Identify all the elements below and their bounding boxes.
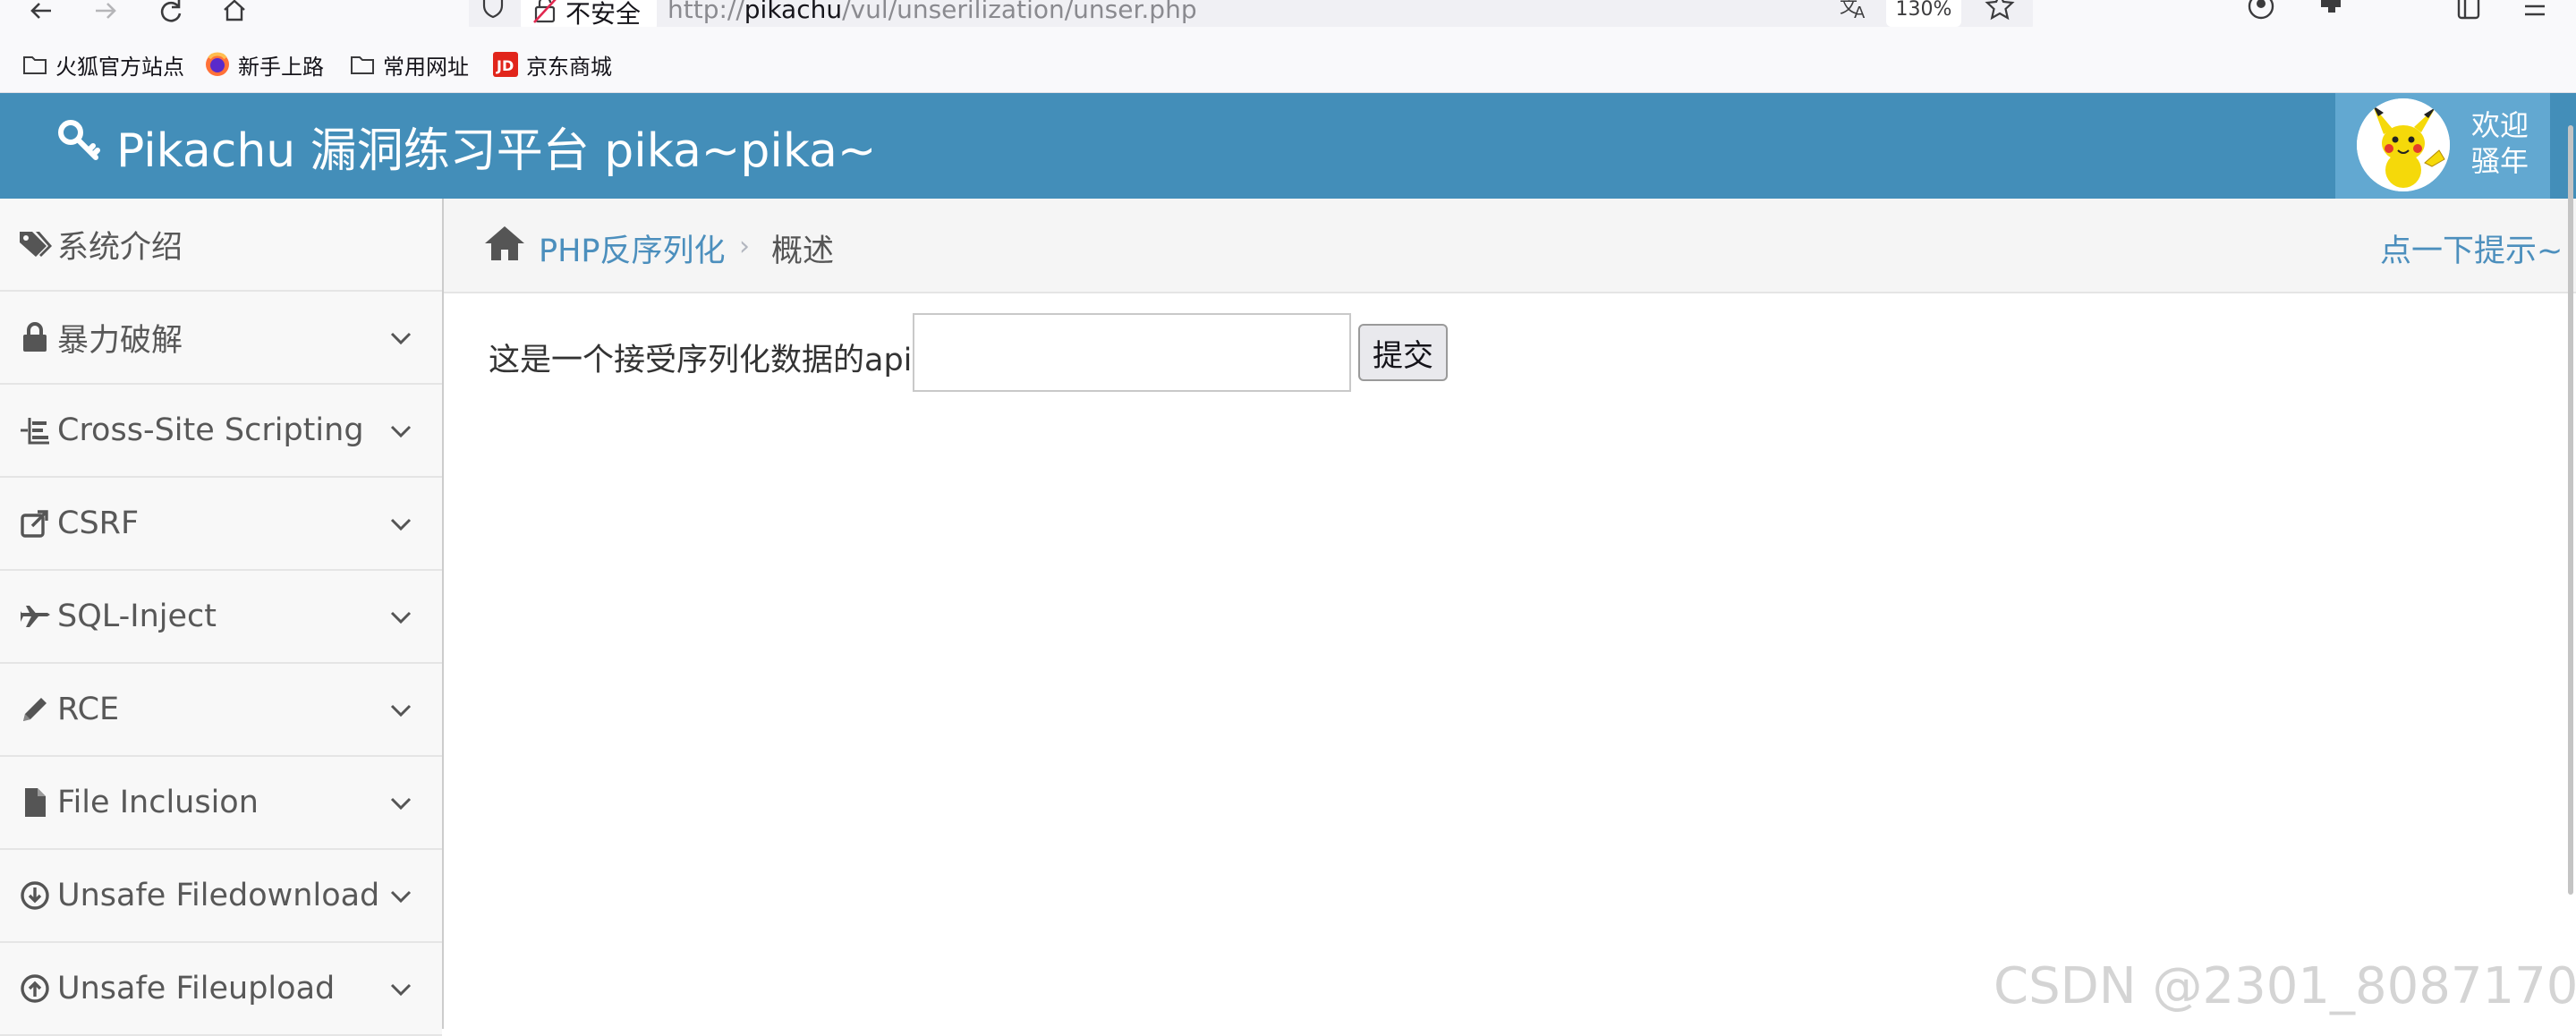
page-scrollbar[interactable] bbox=[2568, 125, 2573, 895]
sidebar-item-label: File Inclusion bbox=[57, 785, 259, 820]
chevron-down-icon bbox=[390, 797, 412, 811]
welcome-line-2: 骚年 bbox=[2471, 144, 2529, 178]
upload-circle-icon bbox=[16, 970, 54, 1007]
welcome-text[interactable]: 欢迎 骚年 bbox=[2471, 107, 2543, 179]
url-text[interactable]: http://pikachu/vul/unserilization/unser.… bbox=[667, 0, 1197, 24]
sidebar-item-label: 暴力破解 bbox=[57, 322, 183, 359]
sidebar-item-unsafe-filedownload[interactable]: Unsafe Filedownload bbox=[0, 850, 442, 943]
home-button[interactable] bbox=[218, 0, 251, 27]
submit-button[interactable]: 提交 bbox=[1358, 324, 1448, 381]
chevron-down-icon bbox=[390, 611, 412, 624]
forward-button[interactable] bbox=[89, 0, 122, 27]
file-icon bbox=[16, 784, 54, 821]
url-path: /vul/unserilization/unser.php bbox=[842, 0, 1197, 24]
arrow-left-icon bbox=[30, 3, 51, 19]
menu-icon[interactable] bbox=[2520, 0, 2550, 25]
account-icon[interactable] bbox=[2246, 0, 2276, 25]
url-host: pikachu bbox=[744, 0, 843, 24]
pencil-icon bbox=[16, 691, 54, 728]
sidebar-item-file-inclusion[interactable]: File Inclusion bbox=[0, 757, 442, 850]
sidebar-item-brute-force[interactable]: 暴力破解 bbox=[0, 292, 442, 385]
download-circle-icon bbox=[16, 877, 54, 914]
security-label: 不安全 bbox=[565, 0, 642, 29]
insecure-lock-icon bbox=[531, 0, 558, 29]
zoom-level[interactable]: 130% bbox=[1886, 0, 1961, 27]
bookmark-label: 京东商城 bbox=[526, 54, 612, 80]
sidebar-item-unsafe-fileupload[interactable]: Unsafe Fileupload bbox=[0, 943, 442, 1036]
svg-text:A: A bbox=[1854, 4, 1866, 21]
breadcrumb-separator: › bbox=[739, 231, 750, 262]
welcome-line-1: 欢迎 bbox=[2471, 108, 2529, 142]
shield-icon[interactable] bbox=[480, 0, 506, 23]
bookmark-item[interactable]: 常用网址 bbox=[349, 48, 469, 81]
api-label: 这是一个接受序列化数据的api: bbox=[489, 343, 923, 378]
bookmark-item[interactable]: JD 京东商城 bbox=[492, 48, 612, 81]
sidebar-item-label: 系统介绍 bbox=[57, 229, 183, 266]
reload-icon bbox=[160, 0, 182, 22]
chevron-down-icon bbox=[390, 890, 412, 904]
back-button[interactable] bbox=[25, 0, 57, 27]
security-indicator[interactable]: 不安全 bbox=[521, 0, 657, 30]
home-icon[interactable] bbox=[483, 224, 526, 263]
tags-icon bbox=[16, 225, 54, 263]
jd-icon: JD bbox=[492, 51, 519, 78]
sidebar-item-label: CSRF bbox=[57, 505, 140, 541]
bookmark-label: 常用网址 bbox=[383, 54, 469, 80]
app-brand[interactable]: Pikachu 漏洞练习平台 pika~pika~ bbox=[55, 93, 876, 199]
extensions-icon[interactable] bbox=[2316, 0, 2346, 25]
watermark: CSDN @2301_80871705 bbox=[1994, 957, 2576, 1015]
breadcrumb-current-page: 概述 bbox=[771, 234, 835, 269]
share-icon bbox=[16, 505, 54, 542]
plane-icon bbox=[16, 598, 54, 635]
bookmark-item[interactable]: 火狐官方站点 bbox=[21, 48, 184, 81]
sidebar-item-sql-inject[interactable]: SQL-Inject bbox=[0, 571, 442, 664]
app-title: Pikachu 漏洞练习平台 pika~pika~ bbox=[116, 123, 877, 178]
sidebar-item-rce[interactable]: RCE bbox=[0, 664, 442, 757]
folder-icon bbox=[349, 51, 376, 78]
sidebar-item-csrf[interactable]: CSRF bbox=[0, 478, 442, 571]
breadcrumb-section-link[interactable]: PHP反序列化 bbox=[539, 225, 726, 271]
reload-button[interactable] bbox=[154, 0, 186, 27]
chevron-down-icon bbox=[390, 983, 412, 997]
folder-icon bbox=[21, 51, 48, 78]
home-outline-icon bbox=[224, 0, 245, 21]
url-prefix: http:// bbox=[667, 0, 744, 24]
sidebar-item-label: Cross-Site Scripting bbox=[57, 412, 364, 448]
sidebar-item-intro[interactable]: 系统介绍 bbox=[0, 199, 442, 292]
sidebar-item-label: RCE bbox=[57, 692, 120, 727]
breadcrumb bbox=[444, 199, 2576, 293]
chevron-down-icon bbox=[390, 518, 412, 531]
hint-link[interactable]: 点一下提示~ bbox=[2380, 225, 2563, 271]
chevron-down-icon bbox=[390, 704, 412, 718]
sidebar-toggle-icon[interactable] bbox=[2453, 0, 2484, 25]
sidebar-item-label: SQL-Inject bbox=[57, 599, 217, 634]
bookmark-star-icon[interactable] bbox=[1985, 0, 2015, 25]
firefox-icon bbox=[204, 51, 231, 78]
list-icon bbox=[16, 412, 54, 449]
sidebar-item-label: Unsafe Fileupload bbox=[57, 971, 336, 1006]
lock-icon bbox=[16, 318, 54, 356]
arrow-right-icon bbox=[96, 3, 116, 19]
key-icon bbox=[55, 117, 102, 175]
sidebar-item-xss[interactable]: Cross-Site Scripting bbox=[0, 385, 442, 478]
chevron-down-icon bbox=[390, 425, 412, 438]
pikachu-icon bbox=[2357, 98, 2450, 191]
sidebar-item-label: Unsafe Filedownload bbox=[57, 878, 380, 913]
svg-text:JD: JD bbox=[496, 57, 514, 74]
serialized-data-input[interactable] bbox=[913, 313, 1351, 392]
avatar[interactable] bbox=[2357, 98, 2450, 191]
chevron-down-icon bbox=[390, 332, 412, 345]
bookmark-item[interactable]: 新手上路 bbox=[204, 48, 324, 81]
sidebar: 系统介绍 暴力破解 Cross-Site Scripting CSRF SQL-… bbox=[0, 199, 444, 1036]
bookmark-label: 火狐官方站点 bbox=[55, 54, 184, 80]
bookmark-label: 新手上路 bbox=[238, 54, 324, 80]
translate-icon[interactable]: 文A bbox=[1838, 0, 1870, 25]
